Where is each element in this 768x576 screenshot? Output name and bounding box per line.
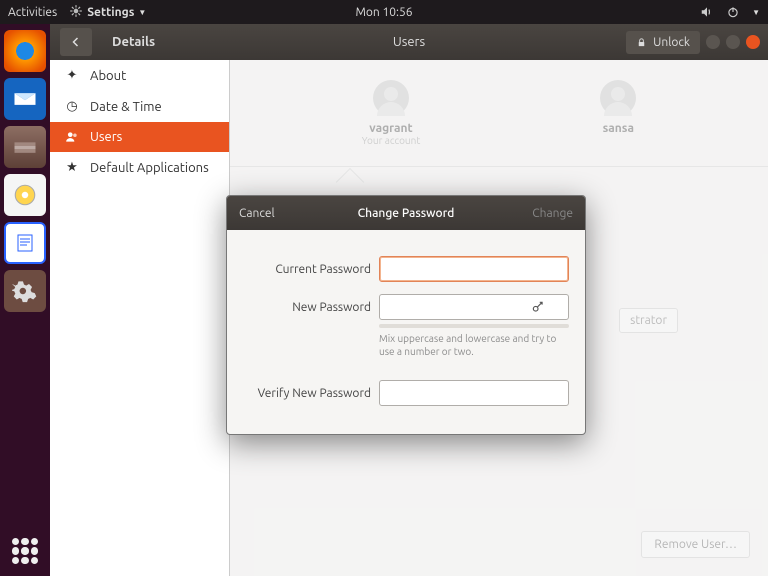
- app-menu[interactable]: Settings ▼: [69, 4, 146, 21]
- rhythmbox-icon[interactable]: [4, 174, 46, 216]
- sidebar-item-label: Users: [90, 130, 122, 144]
- top-bar: Activities Settings ▼ Mon 10:56 ▼: [0, 0, 768, 24]
- clock-icon: ◷: [64, 99, 80, 114]
- window-header: Details Users Unlock: [50, 24, 768, 60]
- verify-password-input[interactable]: [379, 380, 569, 406]
- maximize-button[interactable]: [726, 35, 740, 49]
- back-button[interactable]: [60, 28, 92, 56]
- users-icon: [64, 130, 80, 144]
- app-menu-label: Settings: [87, 6, 134, 19]
- sidebar-item-label: Default Applications: [90, 161, 209, 175]
- star-icon: ★: [64, 160, 80, 175]
- chevron-down-icon: ▼: [138, 8, 146, 17]
- sidebar-item-date-time[interactable]: ◷ Date & Time: [50, 91, 229, 122]
- sidebar-item-label: About: [90, 69, 126, 83]
- files-icon[interactable]: [4, 126, 46, 168]
- unlock-button[interactable]: Unlock: [626, 31, 700, 54]
- sidebar-item-about[interactable]: ✦ About: [50, 60, 229, 91]
- minimize-button[interactable]: [706, 35, 720, 49]
- password-strength-bar: [379, 324, 569, 328]
- current-password-input[interactable]: [379, 256, 569, 282]
- plus-icon: ✦: [64, 68, 80, 83]
- settings-icon[interactable]: [4, 270, 46, 312]
- thunderbird-icon[interactable]: [4, 78, 46, 120]
- close-button[interactable]: [746, 35, 760, 49]
- unlock-label: Unlock: [653, 36, 690, 49]
- sidebar-item-default-apps[interactable]: ★ Default Applications: [50, 152, 229, 183]
- header-details-title: Details: [112, 35, 155, 49]
- cancel-button[interactable]: Cancel: [239, 207, 275, 220]
- launcher-dock: [0, 24, 50, 576]
- dialog-header: Cancel Change Password Change: [227, 196, 585, 230]
- verify-password-label: Verify New Password: [243, 387, 371, 400]
- dialog-title: Change Password: [358, 207, 455, 220]
- gear-icon: [69, 4, 83, 21]
- change-password-dialog: Cancel Change Password Change Current Pa…: [226, 195, 586, 435]
- volume-icon[interactable]: [700, 5, 714, 19]
- firefox-icon[interactable]: [4, 30, 46, 72]
- clock[interactable]: Mon 10:56: [355, 6, 412, 19]
- current-password-label: Current Password: [243, 263, 371, 276]
- show-applications-icon[interactable]: [12, 538, 38, 564]
- new-password-input[interactable]: [379, 294, 569, 320]
- new-password-label: New Password: [243, 301, 371, 314]
- chevron-down-icon[interactable]: ▼: [752, 8, 760, 17]
- sidebar-item-label: Date & Time: [90, 100, 162, 114]
- power-icon[interactable]: [726, 5, 740, 19]
- libreoffice-writer-icon[interactable]: [4, 222, 46, 264]
- change-button[interactable]: Change: [532, 207, 573, 220]
- settings-sidebar: ✦ About ◷ Date & Time Users ★ Default Ap…: [50, 60, 230, 576]
- header-users-title: Users: [393, 35, 425, 49]
- password-hint: Mix uppercase and lowercase and try to u…: [379, 332, 569, 358]
- activities-button[interactable]: Activities: [8, 6, 57, 19]
- lock-icon: [636, 37, 647, 48]
- sidebar-item-users[interactable]: Users: [50, 122, 229, 152]
